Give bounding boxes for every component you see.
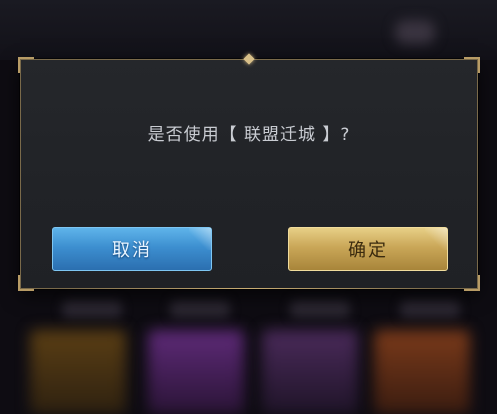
background-tab [400, 300, 460, 318]
confirm-button-label: 确定 [348, 240, 388, 261]
background-card [262, 330, 358, 414]
background-tab [290, 300, 350, 318]
dialog-message: 是否使用【 联盟迁城 】? [147, 125, 351, 145]
background-card [148, 330, 244, 414]
confirm-button[interactable]: 确定 [288, 227, 448, 271]
frame-corner-ornament [18, 275, 34, 291]
confirm-dialog: 是否使用【 联盟迁城 】? 取消 确定 [18, 53, 480, 291]
frame-corner-ornament [18, 57, 34, 73]
frame-corner-ornament [464, 57, 480, 73]
frame-bottom-glow [61, 288, 437, 289]
background-card [374, 330, 470, 414]
background-tab [170, 300, 230, 318]
cancel-button[interactable]: 取消 [52, 227, 212, 271]
background-card [30, 330, 126, 414]
frame-corner-ornament [464, 275, 480, 291]
cancel-button-label: 取消 [112, 240, 152, 261]
background-top-icon [395, 20, 435, 44]
background-tab [62, 300, 122, 318]
